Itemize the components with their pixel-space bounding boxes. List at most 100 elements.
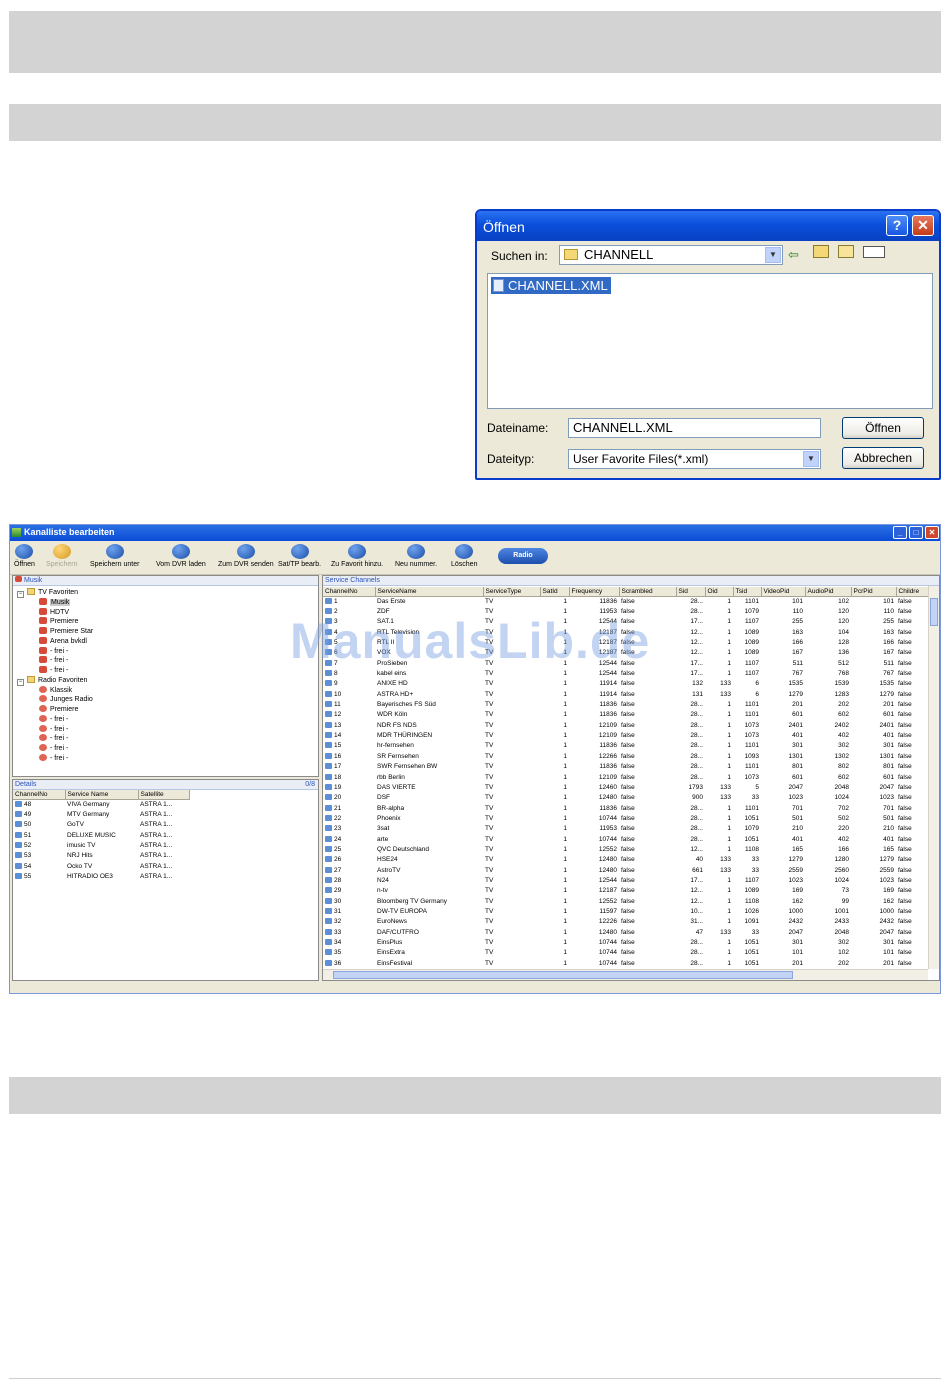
table-row[interactable]: 27 AstroTV TV 1 12480 false 661 133 33 2559 2560 25… <box>323 865 928 875</box>
table-row[interactable]: 28 N24 TV 1 12544 false 17... 1 1107 1023 1024 1023… <box>323 875 928 885</box>
expand-minus-icon[interactable]: − <box>17 591 24 598</box>
tree-item[interactable]: Premiere <box>39 617 78 626</box>
table-row[interactable]: 10 ASTRA HD+ TV 1 11914 false 131 133 6 1279 1283 1… <box>323 689 928 699</box>
open-button[interactable]: Öffnen <box>842 417 924 439</box>
table-row[interactable]: 31 DW-TV EUROPA TV 1 11597 false 10... 1 1026 100… <box>323 906 928 916</box>
toolbar-button-0[interactable]: Öffnen <box>14 544 35 568</box>
maximize-icon[interactable]: □ <box>909 526 923 539</box>
table-row[interactable]: 11 Bayerisches FS Süd TV 1 11836 false 28... 1 1… <box>323 699 928 709</box>
table-row[interactable]: 25 QVC Deutschland TV 1 12552 false 12... 1 1108… <box>323 844 928 854</box>
tree-item[interactable]: Musik <box>39 597 71 607</box>
chevron-down-icon[interactable]: ▼ <box>765 247 781 263</box>
table-row[interactable]: 36 EinsFestival TV 1 10744 false 28... 1 1051 201… <box>323 958 928 968</box>
table-row[interactable]: 54 Ocko TV ASTRA 1... <box>13 861 189 871</box>
table-row[interactable]: 1 Das Erste TV 1 11836 false 28... 1 1101 101 102 1… <box>323 596 928 606</box>
table-row[interactable]: 53 NRJ Hits ASTRA 1... <box>13 851 189 861</box>
table-row[interactable]: 30 Bloomberg TV Germany TV 1 12552 false 12...… <box>323 896 928 906</box>
toolbar-button-7[interactable]: Neu nummer. <box>395 544 437 568</box>
help-button[interactable]: ? <box>886 215 908 236</box>
new-folder-icon[interactable] <box>838 245 854 258</box>
table-row[interactable]: 52 imusic TV ASTRA 1... <box>13 840 189 850</box>
tree-item[interactable]: - frei - <box>39 666 68 675</box>
table-row[interactable]: 22 Phoenix TV 1 10744 false 28... 1 1051 501 502 50… <box>323 813 928 823</box>
table-row[interactable]: 13 NDR FS NDS TV 1 12109 false 28... 1 1073 2401 2… <box>323 720 928 730</box>
table-row[interactable]: 14 MDR THÜRINGEN TV 1 12109 false 28... 1 1073 40… <box>323 730 928 740</box>
lookin-combo[interactable]: CHANNELL ▼ <box>559 245 783 265</box>
table-row[interactable]: 29 n-tv TV 1 12187 false 12... 1 1089 169 73 169 fal… <box>323 886 928 896</box>
table-row[interactable]: 32 EuroNews TV 1 12226 false 31... 1 1091 2432 243… <box>323 917 928 927</box>
close-button[interactable]: ✕ <box>912 215 934 236</box>
file-list[interactable]: CHANNELL.XML <box>487 273 933 409</box>
view-menu-icon[interactable] <box>863 246 885 258</box>
table-row[interactable]: 17 SWR Fernsehen BW TV 1 11836 false 28... 1 110… <box>323 762 928 772</box>
toolbar-button-1[interactable]: Speichern <box>46 544 78 568</box>
favorites-tree-pane[interactable]: Musik − TV Favoriten Musik HDTV Premiere Prem… <box>12 575 319 777</box>
tree-item[interactable]: - frei - <box>39 656 68 665</box>
table-row[interactable]: 50 GoTV ASTRA 1... <box>13 820 189 830</box>
tree-item[interactable]: - frei - <box>39 734 68 743</box>
tree-item[interactable]: − TV Favoriten <box>17 588 78 598</box>
details-pane[interactable]: Details 0/8 ChannelNo Service Name Satelli… <box>12 779 319 981</box>
table-row[interactable]: 35 EinsExtra TV 1 10744 false 28... 1 1051 101 102… <box>323 948 928 958</box>
tree-item[interactable]: Premiere Star <box>39 627 93 636</box>
tree-item[interactable]: - frei - <box>39 744 68 753</box>
service-column-header[interactable]: Childre <box>896 587 928 597</box>
toolbar-button-8[interactable]: Löschen <box>451 544 477 568</box>
vertical-scrollbar[interactable] <box>928 586 939 969</box>
service-column-header[interactable]: PcrPid <box>851 587 897 597</box>
details-column-header[interactable]: Satellite <box>138 790 190 800</box>
radio-button[interactable]: Radio <box>498 548 548 564</box>
table-row[interactable]: 16 SR Fernsehen TV 1 12266 false 28... 1 1093 130… <box>323 751 928 761</box>
tree-item[interactable]: Arena bvkdl <box>39 636 87 646</box>
service-column-header[interactable]: VideoPid <box>761 587 806 597</box>
tree-item[interactable]: - frei - <box>39 753 68 763</box>
tree-item[interactable]: - frei - <box>39 714 68 724</box>
tree-item[interactable]: HDTV <box>39 607 69 617</box>
toolbar-button-4[interactable]: Zum DVR senden <box>218 544 274 568</box>
service-column-header[interactable]: ServiceName <box>375 587 484 597</box>
minimize-icon[interactable]: _ <box>893 526 907 539</box>
table-row[interactable]: 26 HSE24 TV 1 12480 false 40 133 33 1279 1280 1279 f… <box>323 855 928 865</box>
scrollbar-thumb[interactable] <box>930 598 938 626</box>
table-row[interactable]: 20 DSF TV 1 12480 false 900 133 33 1023 1024 1023 fa… <box>323 793 928 803</box>
tree-item[interactable]: - frei - <box>39 646 68 656</box>
file-item[interactable]: CHANNELL.XML <box>491 277 611 294</box>
tree-item[interactable]: - frei - <box>39 724 68 734</box>
table-row[interactable]: 51 DELUXE MUSIC ASTRA 1... <box>13 830 189 840</box>
service-column-header[interactable]: ChannelNo <box>323 587 376 597</box>
table-row[interactable]: 18 rbb Berlin TV 1 12109 false 28... 1 1073 601 60… <box>323 772 928 782</box>
toolbar-button-3[interactable]: Vom DVR laden <box>156 544 206 568</box>
details-column-header[interactable]: Service Name <box>65 790 139 800</box>
service-column-header[interactable]: SatId <box>540 587 570 597</box>
service-column-header[interactable]: Frequency <box>569 587 620 597</box>
cancel-button[interactable]: Abbrechen <box>842 447 924 469</box>
service-column-header[interactable]: ServiceType <box>483 587 541 597</box>
table-row[interactable]: 19 DAS VIERTE TV 1 12460 false 1793 133 5 2047 204… <box>323 782 928 792</box>
table-row[interactable]: 55 HITRADIO OE3 ASTRA 1... <box>13 871 189 881</box>
close-icon[interactable]: ✕ <box>925 526 939 539</box>
app-title-bar[interactable]: Kanalliste bearbeiten _ □ ✕ <box>10 525 940 541</box>
service-column-header[interactable]: Sid <box>676 587 706 597</box>
table-row[interactable]: 15 hr-fernsehen TV 1 11836 false 28... 1 1101 301… <box>323 741 928 751</box>
dialog-title-bar[interactable]: Öffnen ? ✕ <box>477 211 939 241</box>
table-row[interactable]: 12 WDR Köln TV 1 11836 false 28... 1 1101 601 602 6… <box>323 710 928 720</box>
service-column-header[interactable]: Scrambled <box>619 587 677 597</box>
table-row[interactable]: 24 arte TV 1 10744 false 28... 1 1051 401 402 401 fa… <box>323 834 928 844</box>
filetype-combo[interactable]: User Favorite Files(*.xml) ▼ <box>568 449 821 469</box>
up-folder-icon[interactable] <box>813 245 829 258</box>
back-icon[interactable]: ⇦ <box>788 247 799 263</box>
details-column-header[interactable]: ChannelNo <box>13 790 66 800</box>
table-row[interactable]: 9 ANIXE HD TV 1 11914 false 132 133 6 1535 1539 153… <box>323 679 928 689</box>
scrollbar-thumb[interactable] <box>333 971 793 979</box>
tree-item[interactable]: Junges Radio <box>39 695 93 704</box>
filename-field[interactable]: CHANNELL.XML <box>568 418 821 438</box>
tree-item[interactable]: Premiere <box>39 705 78 714</box>
table-row[interactable]: 49 MTV Germany ASTRA 1... <box>13 809 189 819</box>
toolbar-button-6[interactable]: Zu Favorit hinzu. <box>331 544 383 568</box>
table-row[interactable]: 21 BR-alpha TV 1 11836 false 28... 1 1101 701 702 7… <box>323 803 928 813</box>
tree-item[interactable]: − Radio Favoriten <box>17 675 87 686</box>
table-row[interactable]: 48 VIVA Germany ASTRA 1... <box>13 799 189 809</box>
table-row[interactable]: 33 DAF/CUTFRO TV 1 12480 false 47 133 33 2047 2048… <box>323 927 928 937</box>
service-column-header[interactable]: Oid <box>705 587 734 597</box>
expand-minus-icon[interactable]: − <box>17 678 24 686</box>
